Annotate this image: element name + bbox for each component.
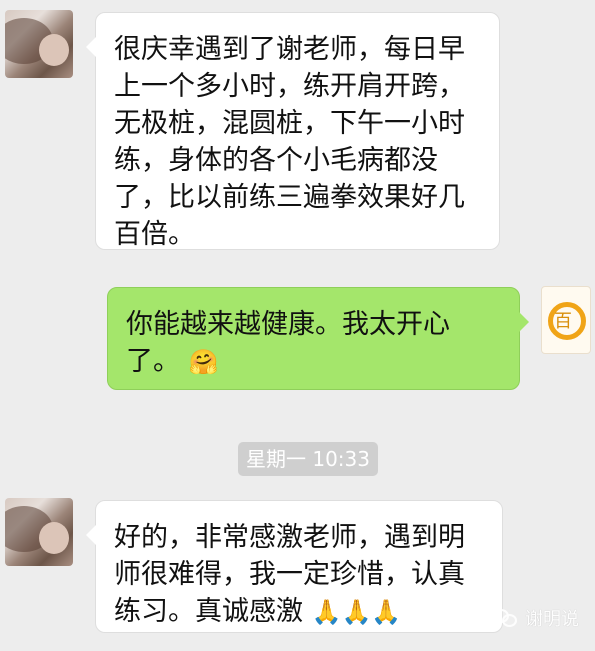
- incoming-message-text: 很庆幸遇到了谢老师，每日早上一个多小时，练开肩开跨，无极桩，混圆桩，下午一小时练…: [114, 34, 465, 250]
- avatar-logo-text: 百: [554, 311, 572, 332]
- chat-view: 很庆幸遇到了谢老师，每日早上一个多小时，练开肩开跨，无极桩，混圆桩，下午一小时练…: [0, 0, 595, 651]
- incoming-message-bubble-second[interactable]: 好的，非常感激老师，遇到明师很难得，我一定珍惜，认真练习。真诚感激 🙏🙏🙏: [86, 500, 503, 633]
- avatar-face-shape: [39, 522, 69, 554]
- pray-emoji-icon: 🙏🙏🙏: [311, 598, 402, 626]
- watermark: 谢明说: [493, 605, 579, 631]
- avatar-face-shape: [39, 34, 69, 66]
- wechat-icon: [493, 609, 517, 627]
- incoming-message-text-second: 好的，非常感激老师，遇到明师很难得，我一定珍惜，认真练习。真诚感激 🙏🙏🙏: [114, 519, 484, 631]
- outgoing-message-bubble[interactable]: 你能越来越健康。我太开心了。 🤗: [107, 287, 529, 390]
- sender-avatar[interactable]: [5, 10, 73, 78]
- outgoing-message-body: 你能越来越健康。我太开心了。: [126, 309, 450, 377]
- outgoing-message-text: 你能越来越健康。我太开心了。 🤗: [126, 306, 501, 381]
- timestamp-pill: 星期一 10:33: [238, 442, 378, 476]
- watermark-text: 谢明说: [525, 609, 579, 630]
- incoming-message-bubble[interactable]: 很庆幸遇到了谢老师，每日早上一个多小时，练开肩开跨，无极桩，混圆桩，下午一小时练…: [86, 12, 500, 250]
- recipient-avatar[interactable]: 百: [541, 286, 591, 354]
- sender-avatar-second[interactable]: [5, 498, 73, 566]
- hug-emoji-icon: 🤗: [188, 348, 219, 376]
- incoming-message-body-second: 好的，非常感激老师，遇到明师很难得，我一定珍惜，认真练习。真诚感激: [114, 522, 465, 627]
